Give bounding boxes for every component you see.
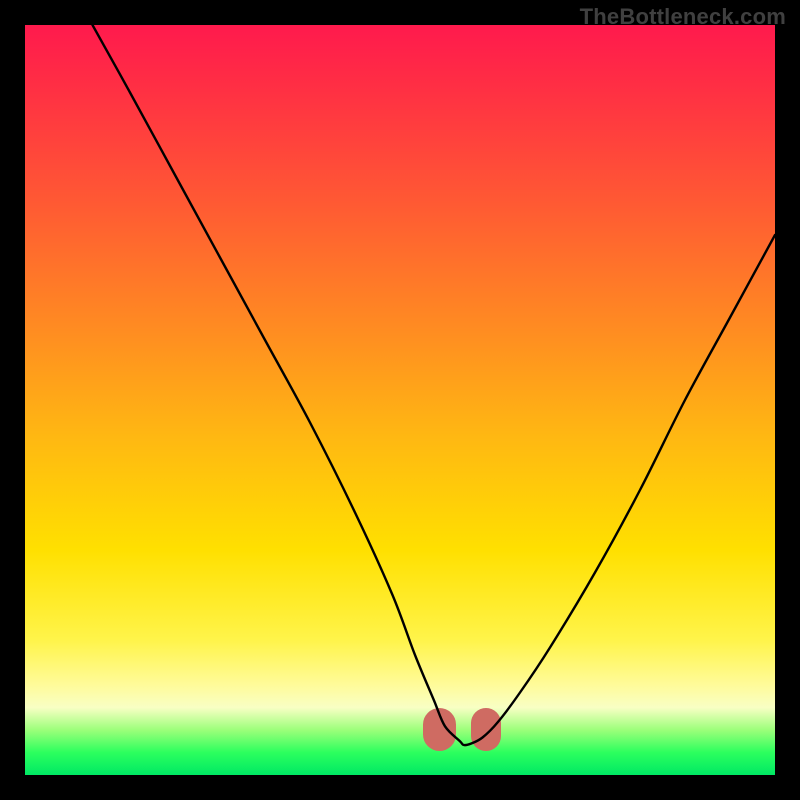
watermark-text: TheBottleneck.com xyxy=(580,4,786,30)
chart-frame: TheBottleneck.com xyxy=(0,0,800,800)
bottleneck-curve xyxy=(93,25,776,745)
plot-area xyxy=(25,25,775,775)
curve-layer xyxy=(25,25,775,775)
